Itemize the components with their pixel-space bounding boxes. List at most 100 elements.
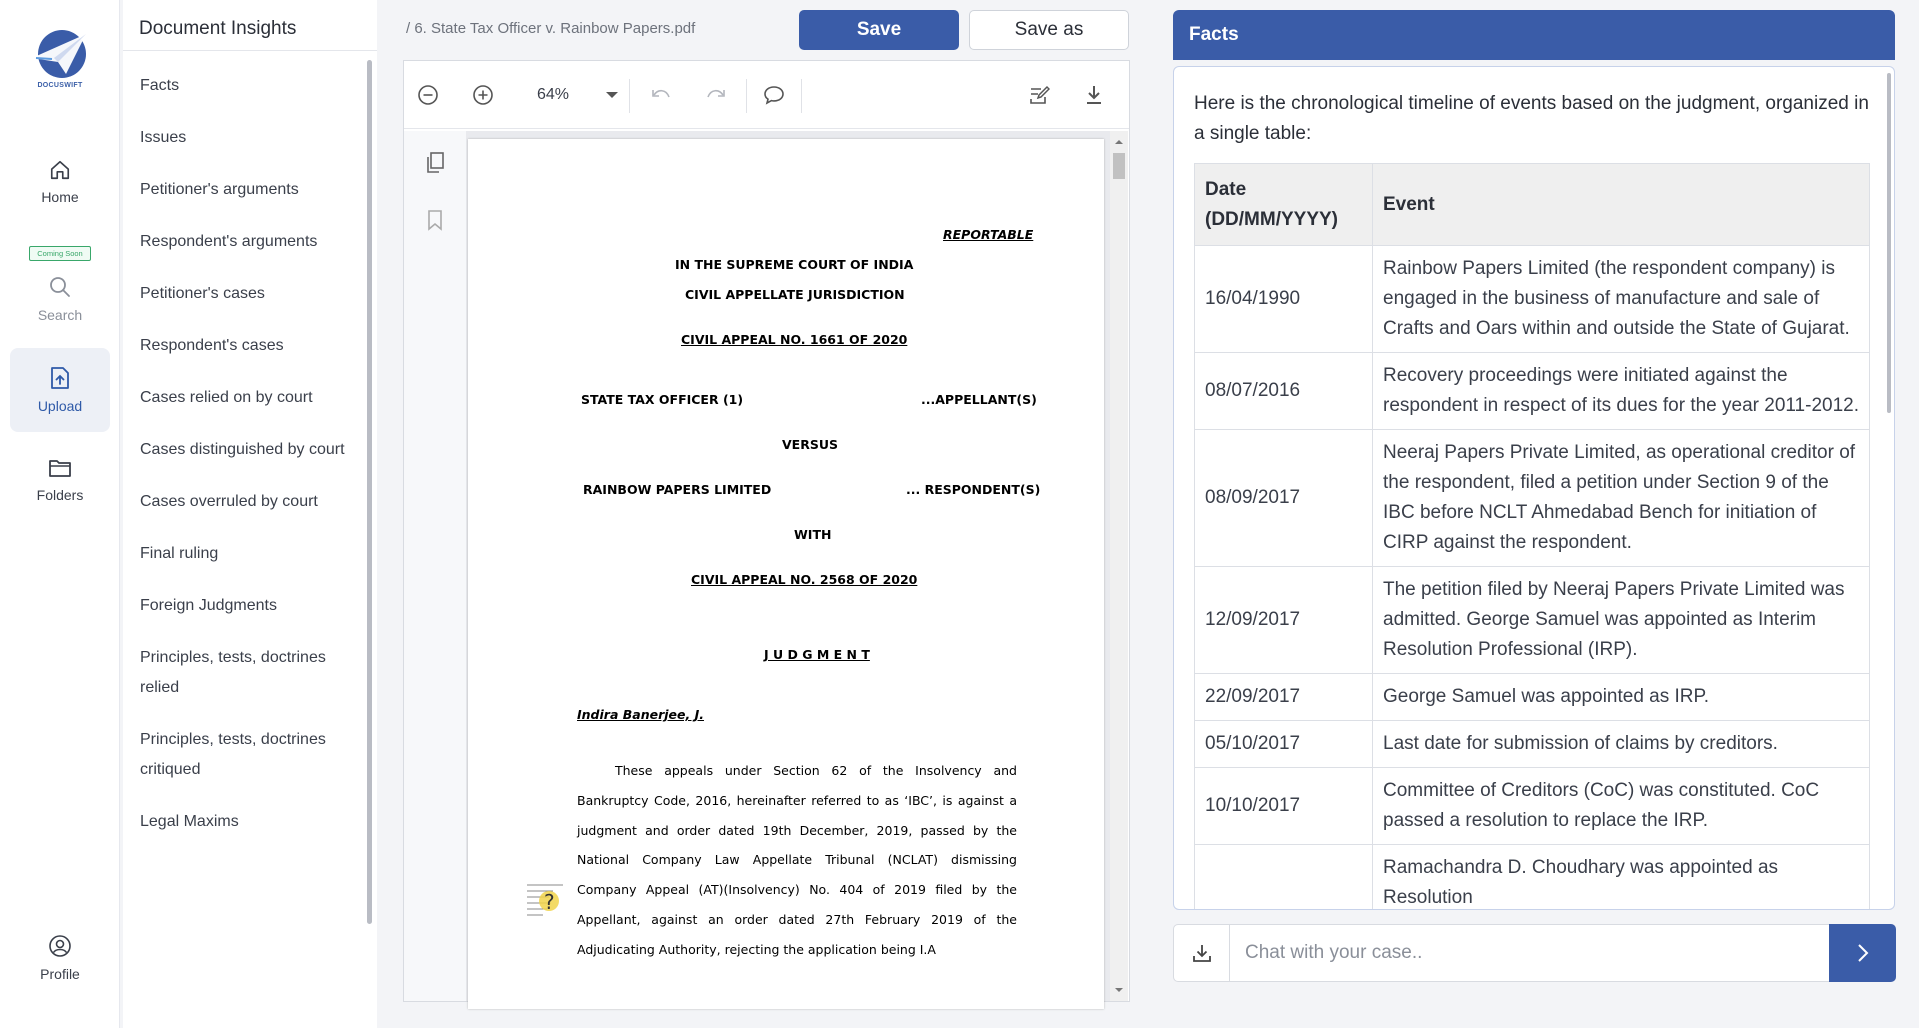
insight-item-cases-relied[interactable]: Cases relied on by court <box>123 372 363 424</box>
docuswift-logo[interactable]: DOCUSWIFT <box>28 28 92 94</box>
send-button[interactable] <box>1829 924 1896 982</box>
coming-soon-badge: Coming Soon <box>29 246 91 261</box>
pdf-side-tools <box>404 131 466 1001</box>
row-date: 10/10/2017 <box>1194 767 1373 845</box>
nav-upload[interactable]: Upload <box>10 348 110 432</box>
judgment-heading: J U D G M E N T <box>764 647 870 662</box>
row-date: 16/04/1990 <box>1194 245 1373 353</box>
table-row: 10/10/2017 Committee of Creditors (CoC) w… <box>1194 767 1870 845</box>
insight-item-principles-critiqued[interactable]: Principles, tests, doctrines critiqued <box>123 714 363 796</box>
insight-item-respondent-cases[interactable]: Respondent's cases <box>123 320 363 372</box>
row-event: Rainbow Papers Limited (the respondent c… <box>1372 245 1870 353</box>
upload-file-icon <box>51 367 69 389</box>
facts-scrollbar[interactable] <box>1887 73 1891 413</box>
zoom-out-button[interactable] <box>414 81 442 109</box>
insight-item-principles-relied[interactable]: Principles, tests, doctrines relied <box>123 632 363 714</box>
bookmark-tool-button[interactable] <box>426 209 444 236</box>
insight-item-petitioner-arguments[interactable]: Petitioner's arguments <box>123 164 363 216</box>
search-icon <box>50 277 70 297</box>
insight-item-cases-overruled[interactable]: Cases overruled by court <box>123 476 363 528</box>
pdf-page: REPORTABLE IN THE SUPREME COURT OF INDIA… <box>468 139 1104 1009</box>
nav-search[interactable]: Search <box>10 262 110 336</box>
timeline-table: Date (DD/MM/YYYY) Event 16/04/1990 Rainbo… <box>1194 163 1870 909</box>
pdf-scroll-thumb[interactable] <box>1113 153 1125 179</box>
logo-text: DOCUSWIFT <box>37 82 83 89</box>
party-appellant-role: ...APPELLANT(S) <box>921 392 1037 407</box>
insight-item-respondent-arguments[interactable]: Respondent's arguments <box>123 216 363 268</box>
pages-tool-button[interactable] <box>424 151 446 180</box>
redo-button[interactable] <box>702 81 730 109</box>
row-event: Recovery proceedings were initiated agai… <box>1372 352 1870 430</box>
redo-icon <box>707 89 725 98</box>
chevron-down-icon <box>606 92 618 98</box>
court-name: IN THE SUPREME COURT OF INDIA <box>675 257 914 272</box>
pdf-area: / 6. State Tax Officer v. Rainbow Papers… <box>380 0 1140 1028</box>
facts-panel: Facts Here is the chronological timeline… <box>1173 10 1895 910</box>
scroll-down-icon[interactable] <box>1110 983 1128 997</box>
save-button[interactable]: Save <box>799 10 959 50</box>
party-respondent-role: ... RESPONDENT(S) <box>906 482 1041 497</box>
with-label: WITH <box>794 527 832 542</box>
nav-folders[interactable]: Folders <box>10 438 110 522</box>
zoom-dropdown[interactable] <box>598 81 626 109</box>
chat-download-button[interactable] <box>1174 925 1230 981</box>
insights-title: Document Insights <box>139 18 297 39</box>
bookmark-icon <box>428 210 442 231</box>
comment-icon <box>764 86 784 105</box>
row-date: 12/09/2017 <box>1194 566 1373 674</box>
download-button[interactable] <box>1080 81 1108 109</box>
insight-item-final-ruling[interactable]: Final ruling <box>123 528 363 580</box>
column-header-event: Event <box>1372 163 1870 246</box>
table-row: 22/09/2017 George Samuel was appointed as… <box>1194 673 1870 721</box>
comment-button[interactable] <box>760 81 788 109</box>
nav-profile[interactable]: Profile <box>10 916 110 1000</box>
undo-button[interactable] <box>647 81 675 109</box>
insight-item-facts[interactable]: Facts <box>123 60 363 112</box>
insight-item-cases-distinguished[interactable]: Cases distinguished by court <box>123 424 363 476</box>
digital-signature-stamp: ? <box>525 881 573 921</box>
appeal-number-2: CIVIL APPEAL NO. 2568 OF 2020 <box>691 572 918 587</box>
svg-text:?: ? <box>544 890 555 914</box>
judge-name: Indira Banerjee, J. <box>577 707 704 722</box>
save-as-button[interactable]: Save as <box>969 10 1129 50</box>
logo-icon <box>32 30 86 78</box>
scroll-up-icon[interactable] <box>1110 135 1128 149</box>
toolbar-separator <box>629 79 630 113</box>
column-header-date: Date (DD/MM/YYYY) <box>1194 163 1373 246</box>
facts-intro: Here is the chronological timeline of ev… <box>1194 93 1869 144</box>
row-date: 22/09/2017 <box>1194 673 1373 721</box>
toolbar-separator <box>801 79 802 113</box>
row-event: Committee of Creditors (CoC) was constit… <box>1372 767 1870 845</box>
toolbar-separator <box>746 79 747 113</box>
pdf-toolbar: 64% <box>404 61 1129 129</box>
party-respondent: RAINBOW PAPERS LIMITED <box>583 482 772 497</box>
insights-scrollbar[interactable] <box>367 60 372 924</box>
nav-home[interactable]: Home <box>10 140 110 224</box>
insight-item-petitioner-cases[interactable]: Petitioner's cases <box>123 268 363 320</box>
insight-item-legal-maxims[interactable]: Legal Maxims <box>123 796 363 848</box>
table-row: 12/09/2017 The petition filed by Neeraj P… <box>1194 566 1870 674</box>
zoom-in-icon <box>473 85 493 105</box>
row-date: 08/09/2017 <box>1194 429 1373 567</box>
main-nav: DOCUSWIFT Home Coming Soon Search Upload… <box>0 0 120 1028</box>
zoom-in-button[interactable] <box>469 81 497 109</box>
pdf-scrollbar[interactable] <box>1110 131 1128 1001</box>
chat-input[interactable] <box>1231 925 1821 981</box>
row-event: George Samuel was appointed as IRP. <box>1372 673 1870 721</box>
nav-home-label: Home <box>41 189 79 205</box>
edit-note-icon <box>1030 85 1050 104</box>
app-root: DOCUSWIFT Home Coming Soon Search Upload… <box>0 0 1919 1028</box>
copy-pages-icon <box>427 152 444 173</box>
table-row: 08/09/2017 Neeraj Papers Private Limited,… <box>1194 429 1870 567</box>
reportable-label: REPORTABLE <box>943 227 1034 242</box>
row-date: 08/07/2016 <box>1194 352 1373 430</box>
row-event: Ramachandra D. Choudhary was appointed a… <box>1372 844 1870 909</box>
insight-item-foreign-judgments[interactable]: Foreign Judgments <box>123 580 363 632</box>
insights-list: Facts Issues Petitioner's arguments Resp… <box>123 60 363 960</box>
nav-profile-label: Profile <box>40 966 80 982</box>
pdf-viewer: 64% REPORTABLE IN THE SUPREME COURT OF I… <box>403 60 1130 1009</box>
facts-body: Here is the chronological timeline of ev… <box>1173 66 1895 910</box>
insight-item-issues[interactable]: Issues <box>123 112 363 164</box>
table-row: 08/07/2016 Recovery proceedings were init… <box>1194 352 1870 430</box>
annotate-button[interactable] <box>1025 81 1053 109</box>
